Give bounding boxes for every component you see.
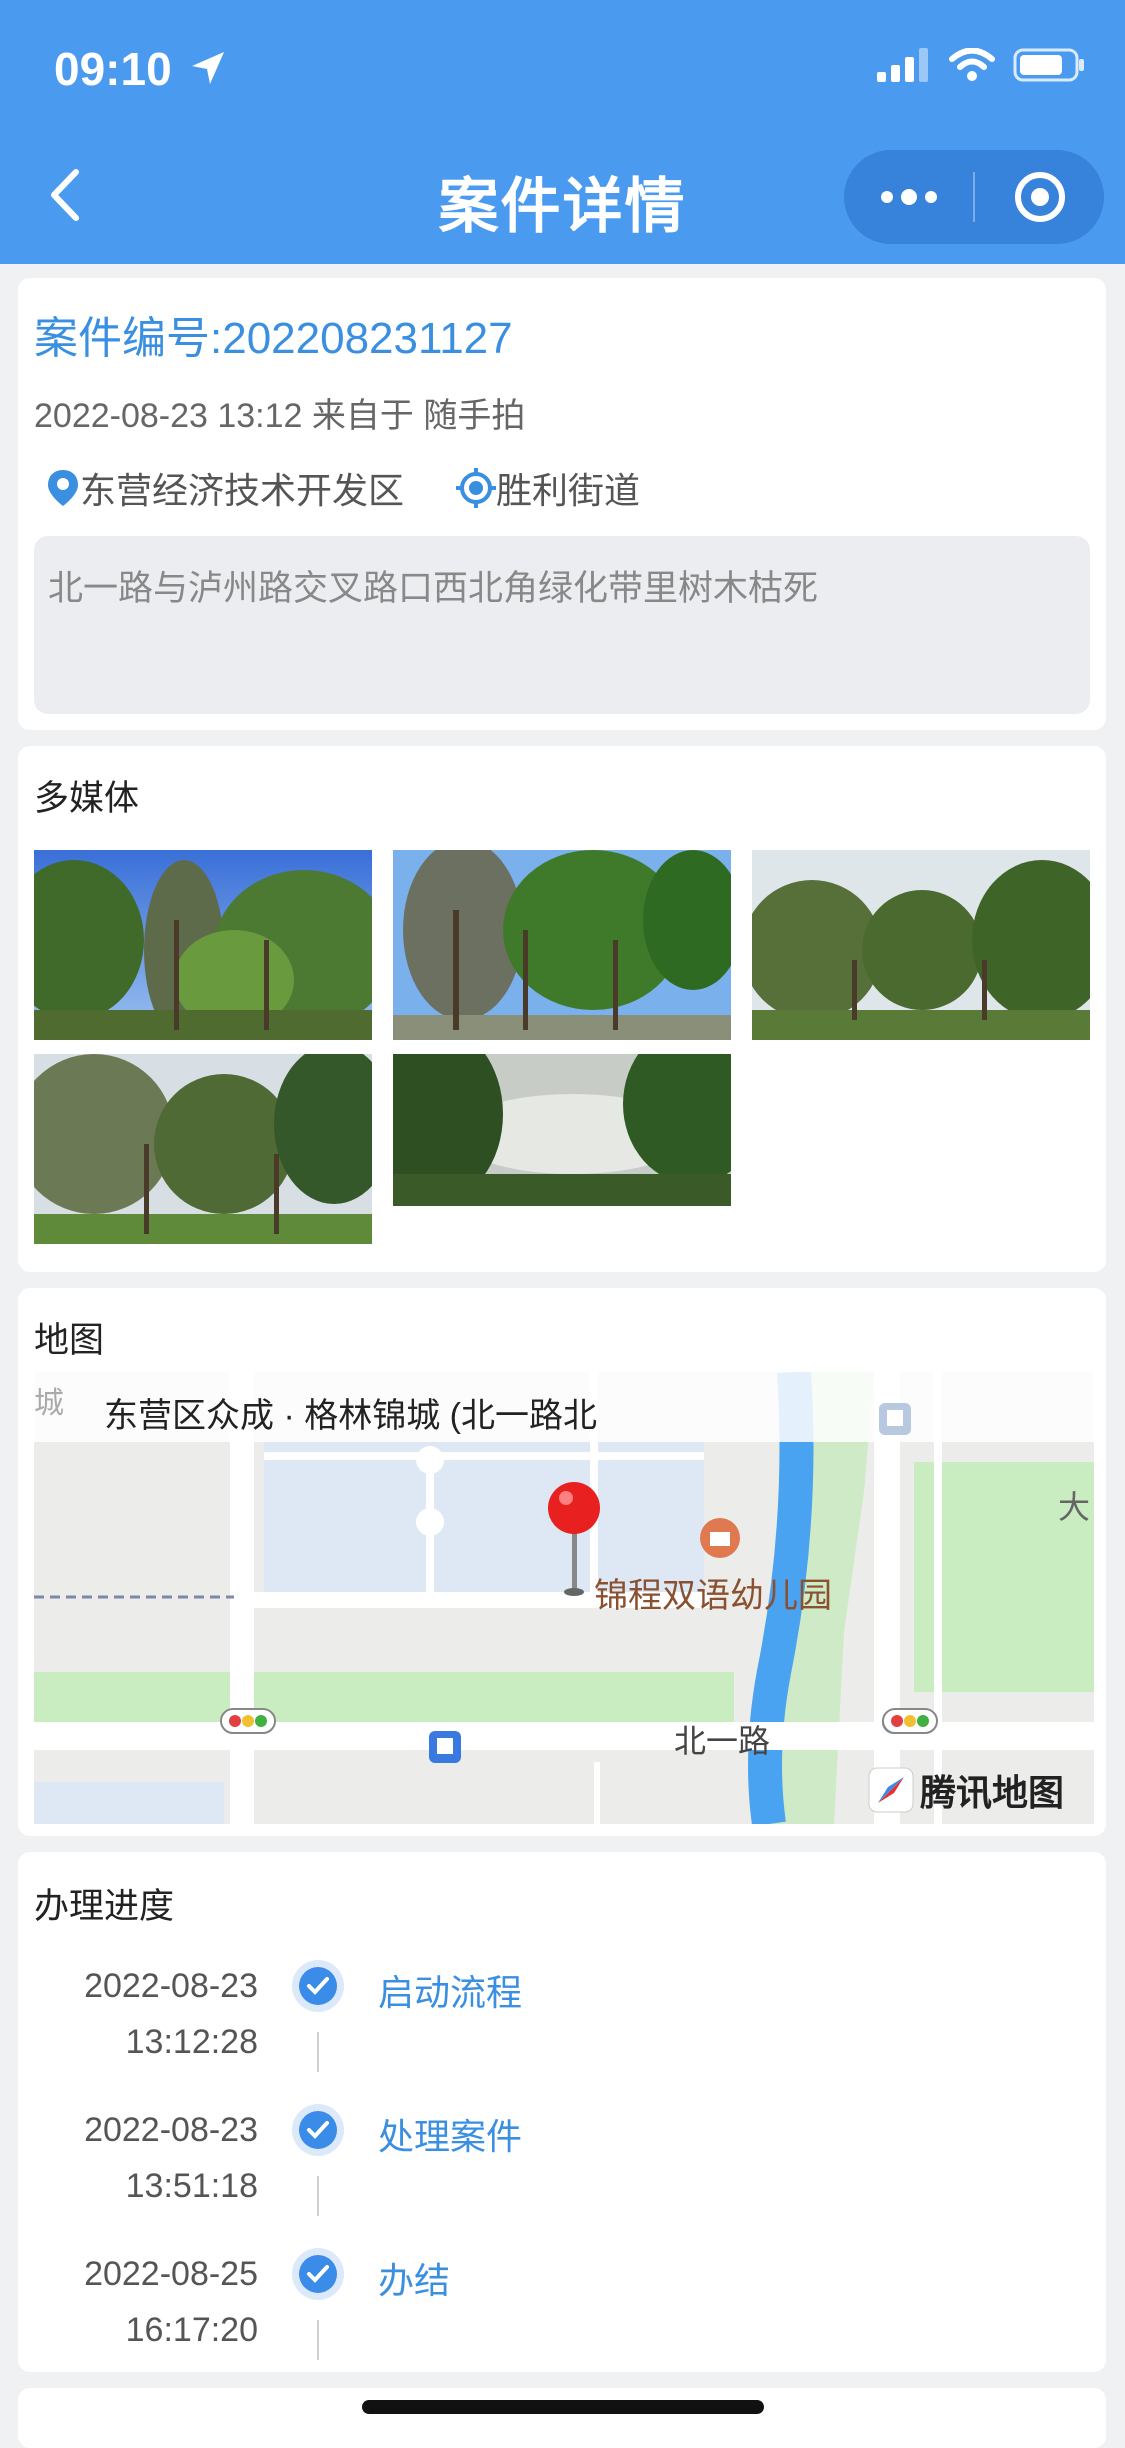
bus-stop-icon — [879, 1403, 911, 1435]
case-meta: 2022-08-23 13:12 来自于 随手拍 — [34, 397, 526, 435]
map-view[interactable]: 东营区众成 · 格林锦城 (北一路北 城 大 锦程双语幼儿园 北一路 腾讯地图 — [34, 1372, 1094, 1824]
media-card: 多媒体 — [18, 746, 1106, 1272]
road-label: 北一路 — [674, 1723, 771, 1759]
map-edge-label: 城 — [34, 1387, 64, 1420]
status-time: 09:10 — [54, 43, 172, 95]
description-box: 北一路与泸州路交叉路口西北角绿化带里树木枯死 — [34, 536, 1090, 714]
more-dots-icon — [880, 189, 937, 205]
progress-card: 办理进度 2022-08-23 13:12:28 启动流程 2022-08-23 1… — [18, 1852, 1106, 2372]
photo-thumbnail[interactable] — [393, 850, 731, 1040]
case-number: 案件编号:202208231127 — [34, 314, 513, 363]
district-tag: 东营经济技术开发区 — [46, 462, 404, 514]
district-label: 东营经济技术开发区 — [80, 470, 405, 511]
check-circle-icon — [292, 1960, 344, 2012]
timeline-step-label: 处理案件 — [378, 2116, 523, 2157]
map-address: 东营区众成 · 格林锦城 (北一路北 — [104, 1397, 597, 1435]
more-button[interactable] — [844, 187, 973, 207]
map-address-bar: 东营区众成 · 格林锦城 (北一路北 — [34, 1372, 1094, 1442]
street-label: 胜利街道 — [496, 470, 641, 511]
check-circle-icon — [292, 2248, 344, 2300]
timeline-date: 2022-08-23 13:51:18 — [84, 2111, 258, 2205]
map-pin-icon — [48, 470, 78, 506]
timeline-date: 2022-08-23 13:12:28 — [84, 1967, 258, 2061]
photo-thumbnail[interactable] — [752, 850, 1090, 1040]
photo-thumbnail[interactable] — [34, 850, 372, 1040]
compass-logo-icon — [868, 1767, 914, 1813]
case-info-card: 案件编号:202208231127 2022-08-23 13:12 来自于 随… — [18, 278, 1106, 730]
traffic-light-icon — [882, 1708, 938, 1734]
timeline-date: 2022-08-25 16:17:20 — [84, 2255, 258, 2349]
timeline-connector — [317, 2032, 319, 2072]
map-card: 地图 东营区众成 · 格林锦城 (北一路北 城 大 锦程双语幼儿园 北一路 腾讯… — [18, 1288, 1106, 1836]
media-title: 多媒体 — [34, 779, 140, 818]
map-edge-label: 大 — [1058, 1489, 1091, 1525]
timeline-connector — [317, 2176, 319, 2216]
traffic-light-icon — [220, 1708, 276, 1734]
home-indicator[interactable] — [362, 2400, 764, 2414]
tencent-map-logo: 腾讯地图 — [868, 1764, 1064, 1816]
close-capsule-button[interactable] — [975, 169, 1104, 225]
mini-program-capsule — [844, 150, 1104, 244]
check-circle-icon — [292, 2104, 344, 2156]
battery-icon — [1013, 48, 1084, 82]
kindergarten-poi-icon — [700, 1518, 740, 1558]
status-icons — [877, 48, 1085, 82]
location-arrow-icon — [192, 52, 224, 84]
map-title: 地图 — [34, 1321, 105, 1360]
target-circle-icon — [1014, 172, 1065, 222]
poi-label: 锦程双语幼儿园 — [594, 1577, 832, 1615]
timeline-connector — [317, 2320, 319, 2360]
target-location-icon — [456, 468, 497, 508]
description-text: 北一路与泸州路交叉路口西北角绿化带里树木枯死 — [48, 569, 819, 608]
bus-stop-icon — [429, 1731, 461, 1763]
location-row: 东营经济技术开发区 胜利街道 — [46, 462, 692, 514]
next-card-peek — [18, 2388, 1106, 2448]
timeline-step-label: 启动流程 — [378, 1972, 523, 2013]
progress-title: 办理进度 — [34, 1887, 175, 1926]
signal-icon — [877, 48, 928, 82]
top-bar: 09:10 案件详情 — [0, 0, 1125, 264]
map-brand: 腾讯地图 — [920, 1772, 1065, 1813]
timeline-step-label: 办结 — [378, 2260, 451, 2301]
wifi-icon — [949, 48, 995, 81]
photo-thumbnail[interactable] — [393, 1054, 731, 1206]
photo-thumbnail[interactable] — [34, 1054, 372, 1244]
street-tag: 胜利街道 — [456, 462, 640, 514]
